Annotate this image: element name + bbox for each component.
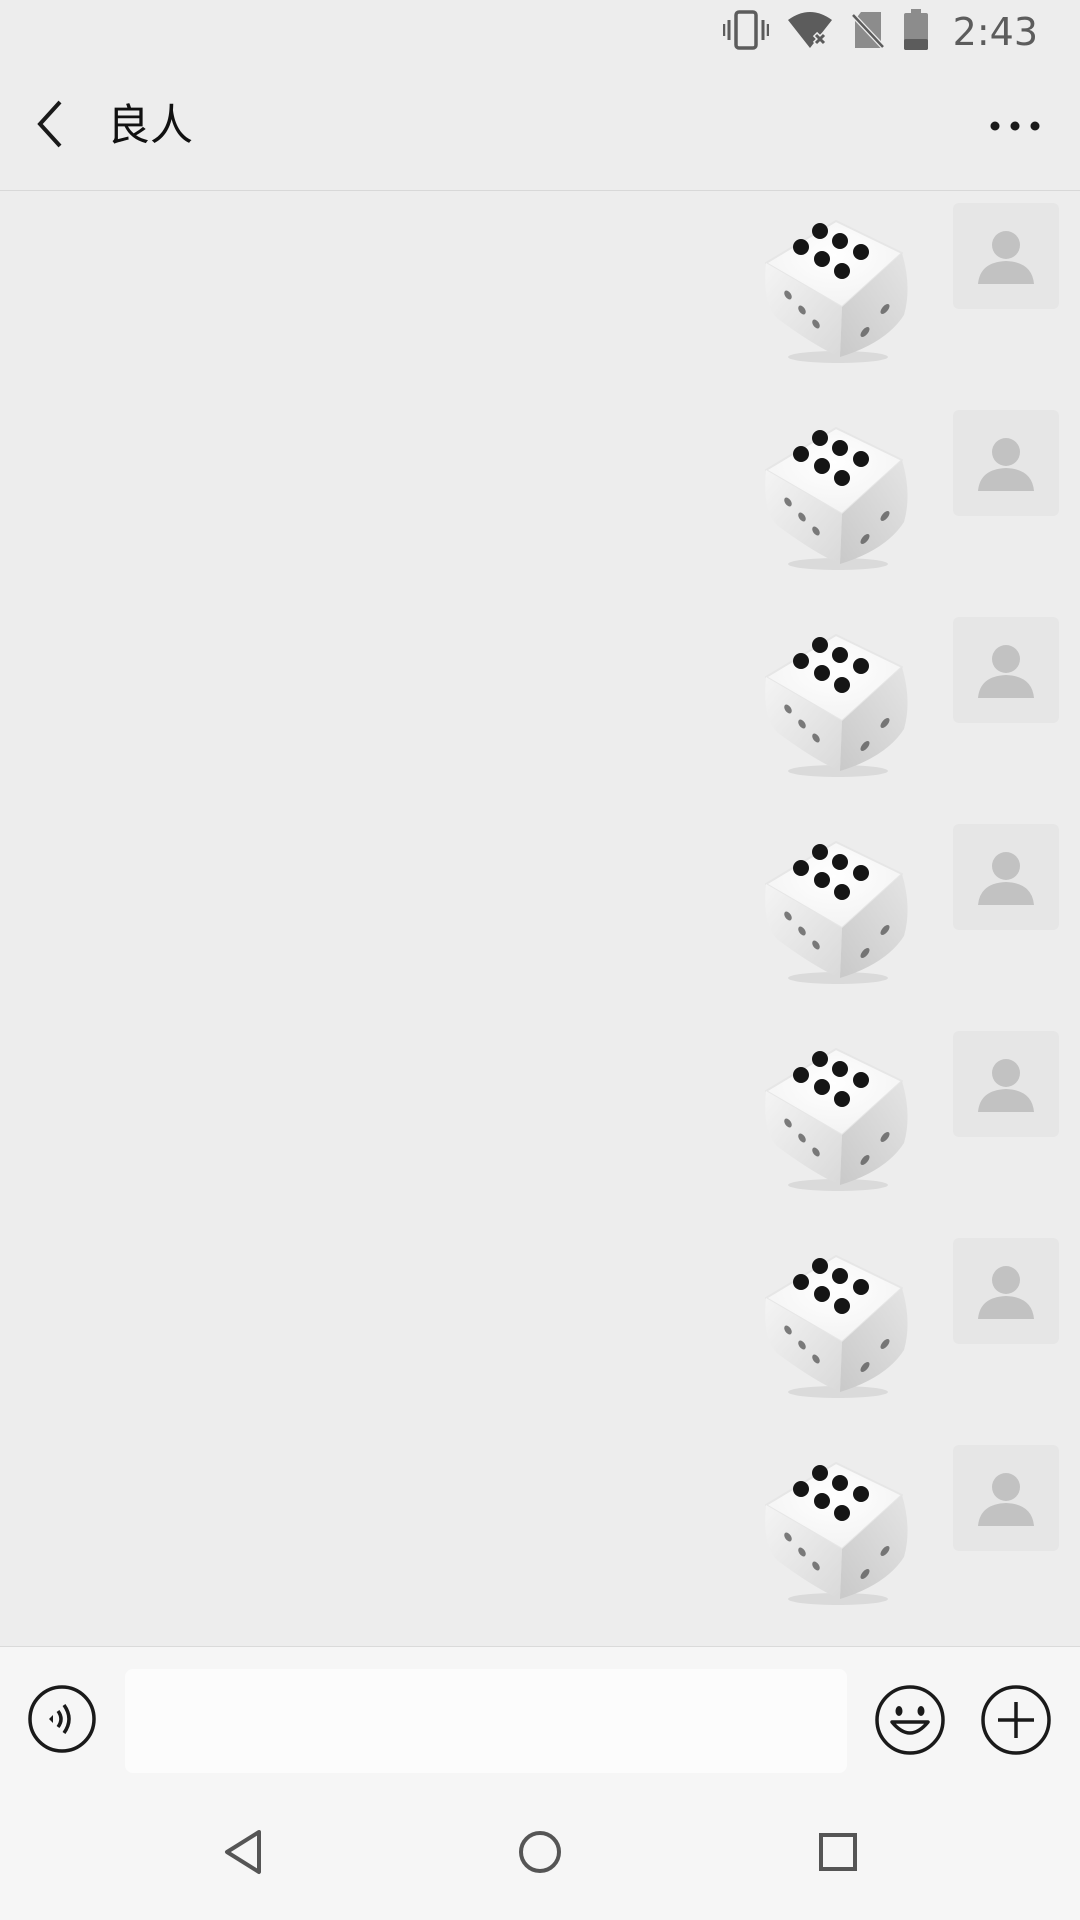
default-avatar-icon	[978, 1473, 1034, 1526]
default-avatar-icon	[978, 1059, 1034, 1112]
avatar[interactable]	[953, 1238, 1059, 1344]
message-row	[0, 1439, 1080, 1605]
avatar[interactable]	[953, 617, 1059, 723]
input-bar	[0, 1646, 1080, 1790]
emoji-icon	[874, 1685, 946, 1760]
status-icons: 2:43	[722, 8, 1038, 56]
message-row	[0, 197, 1080, 363]
vibrate-icon	[722, 10, 769, 54]
more-options-button[interactable]	[980, 93, 1050, 159]
nav-home-icon	[517, 1829, 563, 1879]
chat-screen: 2:43 良人	[0, 0, 1080, 1920]
more-functions-button[interactable]	[980, 1684, 1052, 1756]
emoji-button[interactable]	[874, 1684, 946, 1756]
avatar[interactable]	[953, 1445, 1059, 1551]
no-sim-icon	[849, 10, 886, 54]
plus-icon	[980, 1685, 1052, 1760]
system-back-button[interactable]	[213, 1824, 273, 1884]
dice-six-icon	[765, 220, 908, 363]
message-row	[0, 1025, 1080, 1191]
more-dots-icon	[989, 117, 1041, 136]
dice-six-icon	[765, 427, 908, 570]
message-list[interactable]	[0, 191, 1080, 1646]
system-home-button[interactable]	[510, 1824, 570, 1884]
system-navigation-bar	[0, 1789, 1080, 1920]
default-avatar-icon	[978, 438, 1034, 491]
nav-recents-icon	[817, 1831, 859, 1877]
dice-message[interactable]	[756, 818, 916, 988]
battery-icon	[903, 9, 929, 55]
chat-title: 良人	[107, 101, 193, 151]
default-avatar-icon	[978, 1266, 1034, 1319]
message-input[interactable]	[125, 1669, 847, 1773]
back-button[interactable]	[22, 93, 82, 159]
nav-back-icon	[221, 1828, 265, 1880]
voice-icon	[27, 1685, 97, 1758]
wifi-off-icon	[787, 10, 833, 54]
dice-six-icon	[765, 841, 908, 984]
default-avatar-icon	[978, 645, 1034, 698]
message-row	[0, 818, 1080, 984]
voice-button[interactable]	[27, 1684, 97, 1754]
system-recents-button[interactable]	[808, 1824, 868, 1884]
avatar[interactable]	[953, 824, 1059, 930]
dice-six-icon	[765, 1255, 908, 1398]
message-row	[0, 404, 1080, 570]
dice-six-icon	[765, 1048, 908, 1191]
avatar[interactable]	[953, 410, 1059, 516]
message-row	[0, 611, 1080, 777]
chevron-left-icon	[32, 98, 72, 154]
dice-message[interactable]	[756, 1025, 916, 1195]
default-avatar-icon	[978, 231, 1034, 284]
dice-six-icon	[765, 1462, 908, 1605]
default-avatar-icon	[978, 852, 1034, 905]
status-bar: 2:43	[0, 0, 1080, 63]
avatar[interactable]	[953, 1031, 1059, 1137]
dice-message[interactable]	[756, 1439, 916, 1609]
chat-header: 良人	[0, 63, 1080, 191]
message-row	[0, 1232, 1080, 1398]
status-time: 2:43	[952, 10, 1038, 54]
dice-message[interactable]	[756, 197, 916, 367]
dice-message[interactable]	[756, 611, 916, 781]
dice-message[interactable]	[756, 1232, 916, 1402]
dice-six-icon	[765, 634, 908, 777]
dice-message[interactable]	[756, 404, 916, 574]
avatar[interactable]	[953, 203, 1059, 309]
